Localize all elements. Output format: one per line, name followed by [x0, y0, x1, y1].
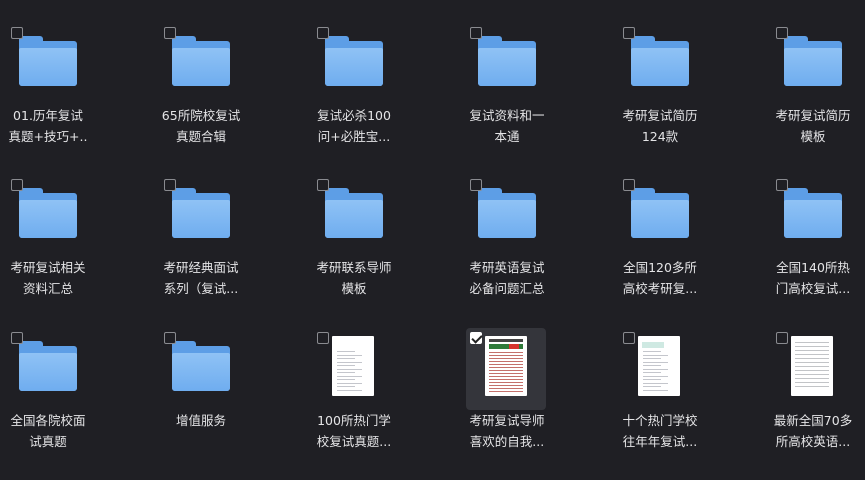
- item-name-line2: 本通: [494, 129, 520, 144]
- item-name-line2: 模板: [341, 281, 367, 296]
- select-checkbox[interactable]: [11, 332, 23, 344]
- select-checkbox[interactable]: [11, 27, 23, 39]
- item-name: 考研复试相关 资料汇总: [0, 257, 121, 299]
- folder-icon: [784, 36, 842, 86]
- document-thumbnail-icon: [332, 336, 374, 396]
- folder-icon: [478, 188, 536, 238]
- item-name-line1: 十个热门学校: [622, 413, 698, 428]
- folder-icon: [172, 188, 230, 238]
- item-name-line2: 喜欢的自我...: [469, 434, 545, 449]
- select-checkbox[interactable]: [470, 332, 483, 344]
- item-name: 65所院校复试 真题合辑: [128, 105, 274, 147]
- item-name-line1: 考研联系导师: [316, 260, 392, 275]
- item-name-line2: 真题合辑: [175, 129, 226, 144]
- item-name-line2: 资料汇总: [22, 281, 73, 296]
- item-name-line1: 全国120多所: [623, 260, 697, 275]
- document-thumbnail-icon: [485, 336, 527, 396]
- item-name: 考研复试简历 124款: [587, 105, 733, 147]
- folder-icon: [172, 341, 230, 391]
- item-name: 复试资料和一 本通: [434, 105, 580, 147]
- select-checkbox[interactable]: [776, 332, 788, 344]
- item-name-line1: 考研复试导师: [469, 413, 545, 428]
- item-name-line1: 全国各院校面: [10, 413, 86, 428]
- select-checkbox[interactable]: [317, 332, 329, 344]
- select-checkbox[interactable]: [776, 179, 788, 191]
- item-name: 增值服务: [128, 410, 274, 431]
- select-checkbox[interactable]: [623, 332, 635, 344]
- item-name-line1: 全国140所热: [776, 260, 850, 275]
- item-name-line1: 增值服务: [175, 413, 226, 428]
- item-name: 考研联系导师 模板: [281, 257, 427, 299]
- folder-icon: [325, 36, 383, 86]
- item-name-line2: 系列（复试...: [163, 281, 239, 296]
- select-checkbox[interactable]: [776, 27, 788, 39]
- item-name-line2: 往年年复试...: [622, 434, 698, 449]
- item-name-line2: 模板: [800, 129, 826, 144]
- item-name: 十个热门学校 往年年复试...: [587, 410, 733, 452]
- item-name-line2: 124款: [641, 129, 679, 144]
- item-name-line2: 所高校英语...: [775, 434, 851, 449]
- folder-item[interactable]: 全国140所热 门高校复试...: [765, 175, 865, 315]
- item-name: 考研复试简历 模板: [740, 105, 865, 147]
- folder-icon: [325, 188, 383, 238]
- item-name-line1: 最新全国70多: [773, 413, 853, 428]
- item-name-line1: 01.历年复试: [13, 108, 83, 123]
- select-checkbox[interactable]: [317, 179, 329, 191]
- item-name-line1: 考研复试相关: [10, 260, 86, 275]
- select-checkbox[interactable]: [470, 179, 482, 191]
- item-name-line1: 考研复试简历: [622, 108, 698, 123]
- item-name: 全国各院校面 试真题: [0, 410, 121, 452]
- item-name-line2: 门高校复试...: [775, 281, 851, 296]
- item-name-line2: 问+必胜宝...: [317, 129, 391, 144]
- folder-icon: [172, 36, 230, 86]
- item-name-line2: 校复试真题...: [316, 434, 392, 449]
- select-checkbox[interactable]: [164, 179, 176, 191]
- select-checkbox[interactable]: [623, 27, 635, 39]
- item-name: 考研英语复试 必备问题汇总: [434, 257, 580, 299]
- item-name: 复试必杀100 问+必胜宝...: [281, 105, 427, 147]
- select-checkbox[interactable]: [11, 179, 23, 191]
- document-thumbnail-icon: [638, 336, 680, 396]
- item-name-line1: 100所热门学: [317, 413, 391, 428]
- item-name-line1: 考研英语复试: [469, 260, 545, 275]
- select-checkbox[interactable]: [164, 27, 176, 39]
- folder-item[interactable]: 考研复试简历 模板: [765, 23, 865, 163]
- item-name-line1: 复试资料和一: [469, 108, 545, 123]
- item-name-line2: 高校考研复...: [622, 281, 698, 296]
- folder-item[interactable]: 全国各院校面 试真题: [0, 328, 150, 468]
- item-name-line1: 考研经典面试: [163, 260, 239, 275]
- folder-icon: [478, 36, 536, 86]
- item-name-line1: 65所院校复试: [161, 108, 241, 123]
- item-name: 01.历年复试 真题+技巧+..: [0, 105, 121, 147]
- folder-icon: [19, 36, 77, 86]
- select-checkbox[interactable]: [317, 27, 329, 39]
- spreadsheet-thumbnail-icon: [791, 336, 833, 396]
- file-grid: 01.历年复试 真题+技巧+.. 65所院校复试 真题合辑 复试必杀100 问+必胜宝..…: [0, 0, 865, 480]
- folder-icon: [631, 188, 689, 238]
- select-checkbox[interactable]: [164, 332, 176, 344]
- file-item[interactable]: 最新全国70多 所高校英语...: [765, 328, 865, 468]
- folder-icon: [19, 341, 77, 391]
- item-name-line1: 考研复试简历: [775, 108, 851, 123]
- item-name: 考研经典面试 系列（复试...: [128, 257, 274, 299]
- item-name-line2: 必备问题汇总: [469, 281, 545, 296]
- item-name: 全国120多所 高校考研复...: [587, 257, 733, 299]
- folder-icon: [784, 188, 842, 238]
- item-name-line1: 复试必杀100: [317, 108, 391, 123]
- item-name-line2: 试真题: [29, 434, 67, 449]
- item-name-line2: 真题+技巧+..: [8, 129, 88, 144]
- select-checkbox[interactable]: [470, 27, 482, 39]
- folder-icon: [631, 36, 689, 86]
- item-name: 考研复试导师 喜欢的自我...: [434, 410, 580, 452]
- select-checkbox[interactable]: [623, 179, 635, 191]
- checkmark-icon: [471, 332, 483, 344]
- item-name: 全国140所热 门高校复试...: [740, 257, 865, 299]
- item-name: 100所热门学 校复试真题...: [281, 410, 427, 452]
- folder-icon: [19, 188, 77, 238]
- item-name: 最新全国70多 所高校英语...: [740, 410, 865, 452]
